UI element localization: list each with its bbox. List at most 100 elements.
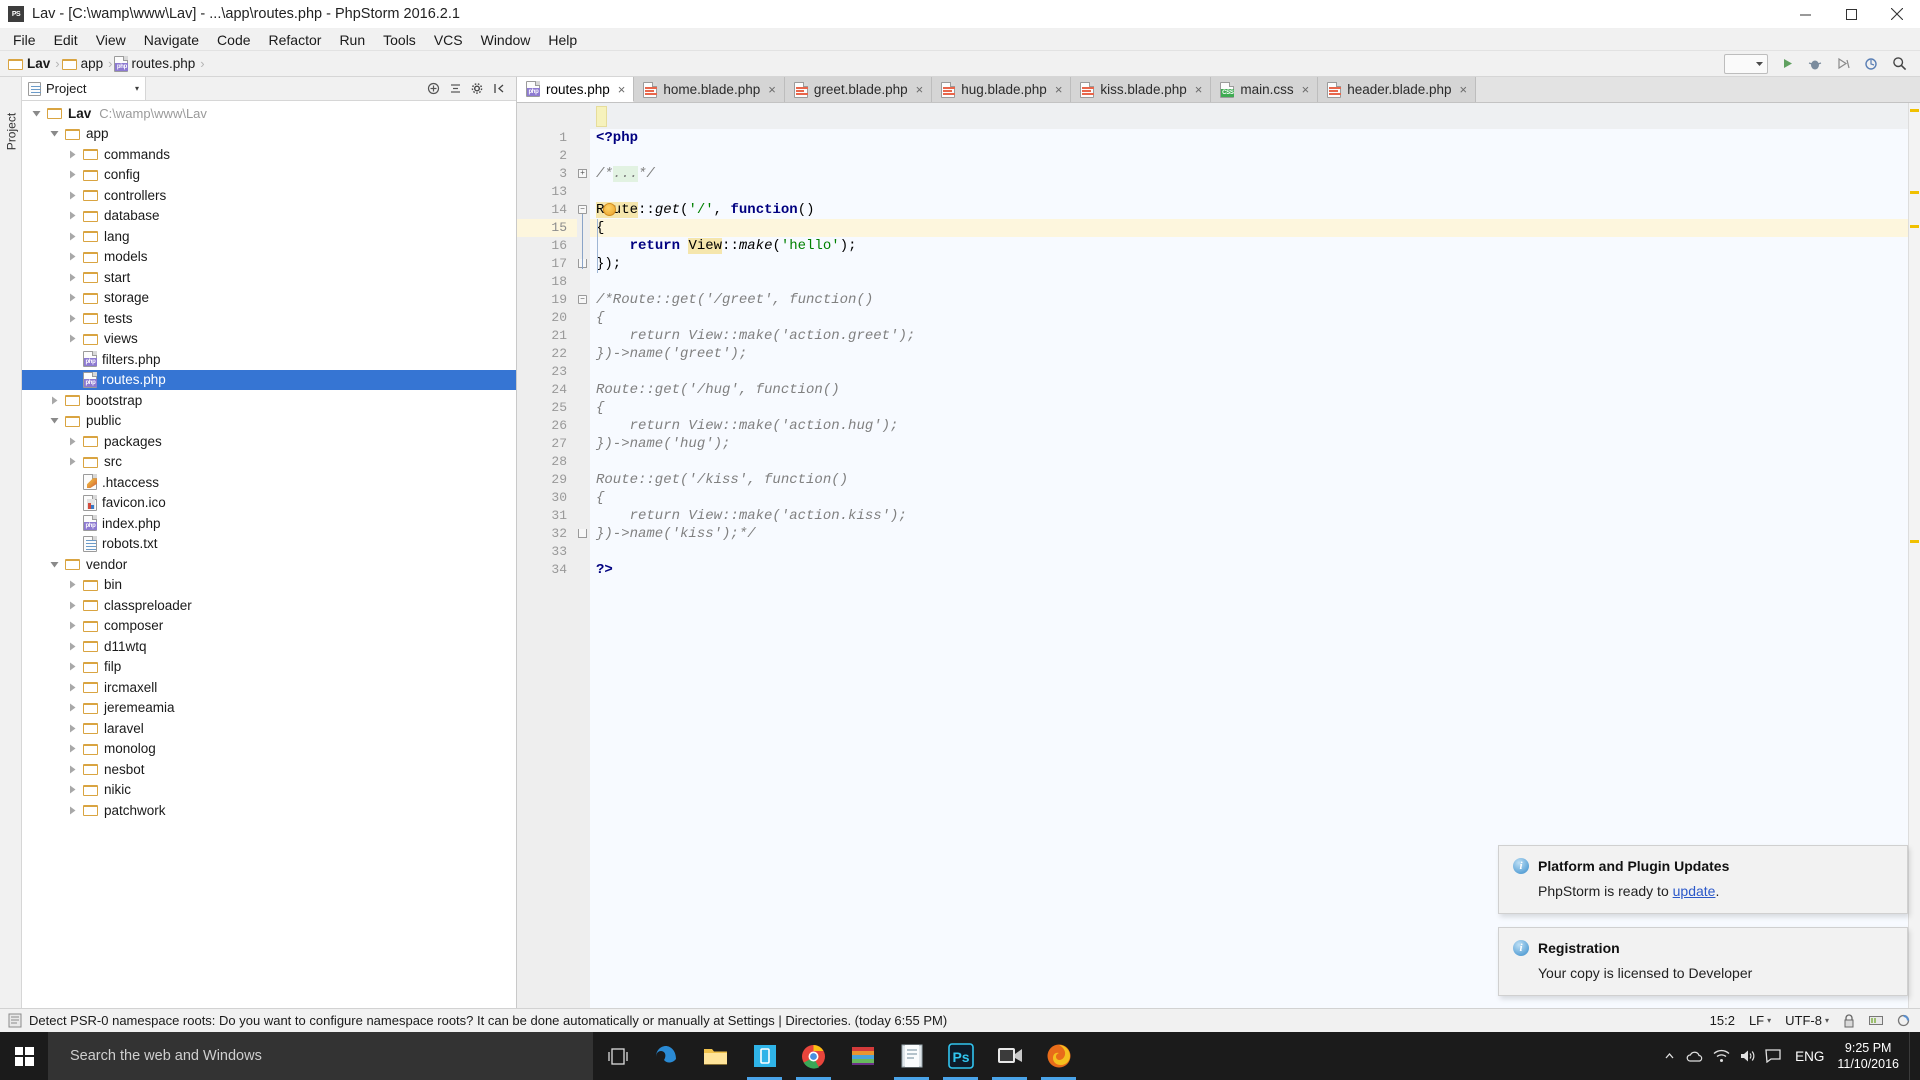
network-icon[interactable] xyxy=(1708,1032,1734,1080)
notification-registration[interactable]: i Registration Your copy is licensed to … xyxy=(1498,927,1908,996)
close-button[interactable] xyxy=(1874,0,1920,29)
task-view-icon[interactable] xyxy=(593,1032,642,1080)
tree-item-favicon-ico[interactable]: favicon.ico xyxy=(22,493,516,514)
tree-item-models[interactable]: models xyxy=(22,247,516,268)
menu-window[interactable]: Window xyxy=(472,29,540,51)
editor-tab-main-css[interactable]: CSS main.css × xyxy=(1211,77,1319,102)
menu-tools[interactable]: Tools xyxy=(374,29,425,51)
minimize-button[interactable] xyxy=(1782,0,1828,29)
tree-item-classpreloader[interactable]: classpreloader xyxy=(22,595,516,616)
tree-item-nesbot[interactable]: nesbot xyxy=(22,759,516,780)
clock[interactable]: 9:25 PM 11/10/2016 xyxy=(1833,1040,1909,1072)
language-indicator[interactable]: ENG xyxy=(1786,1049,1833,1064)
rail-tab-project[interactable]: Project xyxy=(1,100,22,164)
debug-button[interactable] xyxy=(1802,53,1828,75)
tree-item-controllers[interactable]: controllers xyxy=(22,185,516,206)
editor-tab-routes-php[interactable]: php routes.php × xyxy=(517,77,635,102)
code-folding-column[interactable]: + − − xyxy=(577,103,590,1008)
menu-edit[interactable]: Edit xyxy=(45,29,87,51)
tree-item-composer[interactable]: composer xyxy=(22,616,516,637)
tree-arrow-collapsed[interactable] xyxy=(66,681,79,694)
tree-item-src[interactable]: src xyxy=(22,452,516,473)
camtasia-icon[interactable] xyxy=(985,1032,1034,1080)
tree-item-jeremeamia[interactable]: jeremeamia xyxy=(22,698,516,719)
chrome-icon[interactable] xyxy=(789,1032,838,1080)
close-tab-icon[interactable]: × xyxy=(618,82,626,97)
fold-expand-icon[interactable]: + xyxy=(578,169,587,178)
tree-item-database[interactable]: database xyxy=(22,206,516,227)
collapse-all-icon[interactable] xyxy=(426,81,441,96)
tree-arrow-expanded[interactable] xyxy=(48,414,61,427)
notepad-icon[interactable] xyxy=(887,1032,936,1080)
tree-item-d11wtq[interactable]: d11wtq xyxy=(22,636,516,657)
fold-end-icon[interactable] xyxy=(578,529,587,538)
tree-item-bootstrap[interactable]: bootstrap xyxy=(22,390,516,411)
tree-arrow-collapsed[interactable] xyxy=(66,435,79,448)
background-tasks-icon[interactable] xyxy=(1897,1014,1910,1027)
tree-arrow-collapsed[interactable] xyxy=(66,640,79,653)
photoshop-icon[interactable]: Ps xyxy=(936,1032,985,1080)
fold-collapse-icon[interactable]: − xyxy=(578,295,587,304)
tree-arrow-collapsed[interactable] xyxy=(66,455,79,468)
gear-icon[interactable] xyxy=(470,81,485,96)
tree-item-ircmaxell[interactable]: ircmaxell xyxy=(22,677,516,698)
tree-arrow-collapsed[interactable] xyxy=(66,722,79,735)
editor-tab-hug-blade-php[interactable]: hug.blade.php × xyxy=(932,77,1072,102)
tree-item-vendor[interactable]: vendor xyxy=(22,554,516,575)
fold-collapse-icon[interactable]: − xyxy=(578,205,587,214)
tree-item--htaccess[interactable]: .htaccess xyxy=(22,472,516,493)
tree-item-robots-txt[interactable]: robots.txt xyxy=(22,534,516,555)
encoding-indicator[interactable]: UTF-8 ▾ xyxy=(1785,1013,1829,1028)
editor-tab-home-blade-php[interactable]: home.blade.php × xyxy=(634,77,785,102)
event-log-icon[interactable] xyxy=(8,1013,22,1028)
tree-item-lav[interactable]: Lav C:\wamp\www\Lav xyxy=(22,103,516,124)
tree-item-start[interactable]: start xyxy=(22,267,516,288)
tree-item-config[interactable]: config xyxy=(22,165,516,186)
lock-icon[interactable] xyxy=(1843,1013,1855,1028)
tree-arrow-collapsed[interactable] xyxy=(66,250,79,263)
tree-item-index-php[interactable]: php index.php xyxy=(22,513,516,534)
volume-icon[interactable] xyxy=(1734,1032,1760,1080)
menu-vcs[interactable]: VCS xyxy=(425,29,472,51)
tree-item-bin[interactable]: bin xyxy=(22,575,516,596)
show-hidden-icons[interactable] xyxy=(1656,1032,1682,1080)
action-center-icon[interactable] xyxy=(1760,1032,1786,1080)
error-stripe-marker-bar[interactable] xyxy=(1908,103,1920,1008)
file-explorer-icon[interactable] xyxy=(691,1032,740,1080)
search-input[interactable]: Search the web and Windows xyxy=(48,1032,593,1080)
tree-arrow-collapsed[interactable] xyxy=(66,189,79,202)
tree-arrow-expanded[interactable] xyxy=(48,558,61,571)
tree-arrow-collapsed[interactable] xyxy=(66,168,79,181)
expand-all-icon[interactable] xyxy=(448,81,463,96)
menu-file[interactable]: File xyxy=(4,29,45,51)
tree-item-nikic[interactable]: nikic xyxy=(22,780,516,801)
menu-code[interactable]: Code xyxy=(208,29,259,51)
tree-item-commands[interactable]: commands xyxy=(22,144,516,165)
tree-item-patchwork[interactable]: patchwork xyxy=(22,800,516,821)
lightbulb-icon[interactable] xyxy=(603,203,616,216)
tree-item-laravel[interactable]: laravel xyxy=(22,718,516,739)
winrar-icon[interactable] xyxy=(838,1032,887,1080)
windows-start-icon[interactable] xyxy=(0,1032,48,1080)
tree-arrow-collapsed[interactable] xyxy=(66,599,79,612)
maximize-button[interactable] xyxy=(1828,0,1874,29)
tree-arrow-collapsed[interactable] xyxy=(66,763,79,776)
tree-arrow-expanded[interactable] xyxy=(48,127,61,140)
search-everywhere-button[interactable] xyxy=(1886,53,1912,75)
close-tab-icon[interactable]: × xyxy=(1302,82,1310,97)
tree-arrow-collapsed[interactable] xyxy=(66,619,79,632)
coverage-button[interactable] xyxy=(1830,53,1856,75)
tree-arrow-collapsed[interactable] xyxy=(66,742,79,755)
tree-arrow-collapsed[interactable] xyxy=(66,209,79,222)
close-tab-icon[interactable]: × xyxy=(1460,82,1468,97)
onedrive-icon[interactable] xyxy=(1682,1032,1708,1080)
tree-arrow-collapsed[interactable] xyxy=(66,578,79,591)
firefox-icon[interactable] xyxy=(1034,1032,1083,1080)
breadcrumb-app[interactable]: app xyxy=(61,56,107,71)
tree-arrow-expanded[interactable] xyxy=(30,107,43,120)
editor-tab-greet-blade-php[interactable]: greet.blade.php × xyxy=(784,77,933,102)
memory-indicator-icon[interactable] xyxy=(1869,1014,1883,1027)
tree-arrow-collapsed[interactable] xyxy=(66,804,79,817)
tree-item-monolog[interactable]: monolog xyxy=(22,739,516,760)
breadcrumb-routes-php[interactable]: php routes.php xyxy=(114,55,198,72)
